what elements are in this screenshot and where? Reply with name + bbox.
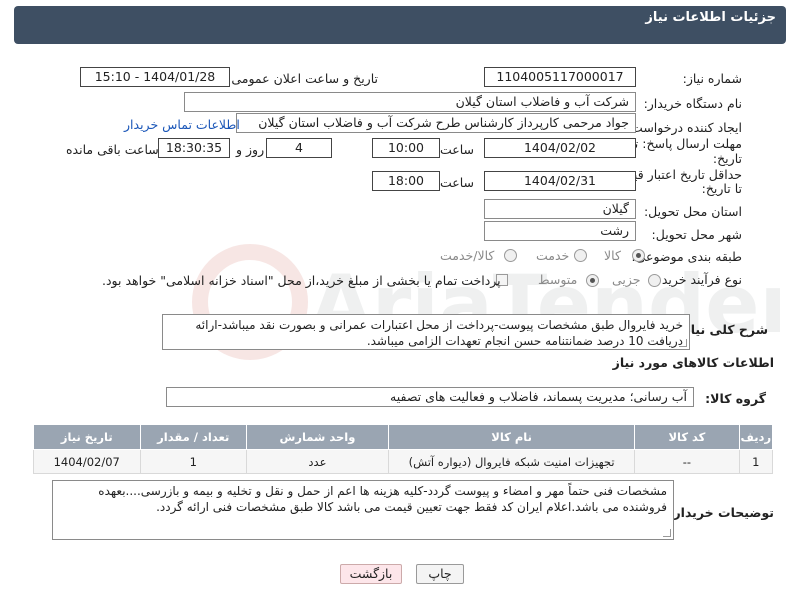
city-label: شهر محل تحویل: (651, 227, 742, 242)
validity-time-field[interactable]: 18:00 (372, 171, 440, 191)
need-number-label: شماره نیاز: (682, 71, 742, 86)
process-radio-partial[interactable] (648, 274, 661, 287)
remaining-time-field[interactable]: 18:30:35 (158, 138, 230, 158)
buyer-notes-label: توضیحات خریدار: (668, 505, 774, 520)
province-label: استان محل تحویل: (643, 204, 742, 219)
col-header-row-number: ردیف (738, 424, 774, 450)
col-header-need-date: تاریخ نیاز (33, 424, 141, 450)
cell-need-date: 1404/02/07 (33, 449, 141, 474)
table-row[interactable]: 1 -- تجهیزات امنیت شبکه فایروال (دیواره … (33, 449, 774, 474)
goods-group-label: گروه کالا: (705, 391, 766, 406)
validity-label-line2: تا تاریخ: (701, 181, 742, 196)
resize-handle-icon[interactable] (663, 529, 671, 537)
validity-date-field[interactable]: 1404/02/31 (484, 171, 636, 191)
col-header-item-name: نام کالا (387, 424, 636, 450)
requester-field[interactable]: جواد مرحمی کارپرداز کارشناس طرح شرکت آب … (236, 113, 636, 133)
cell-item-code: -- (634, 449, 740, 474)
summary-label: شرح کلی نیاز: (678, 322, 768, 337)
page-title: جزئیات اطلاعات نیاز (645, 10, 776, 25)
back-button[interactable]: بازگشت (340, 564, 402, 584)
cell-row-number: 1 (738, 449, 774, 474)
need-number-field[interactable]: 1104005117000017 (484, 67, 636, 87)
deadline-label-line2: تاریخ: (712, 151, 742, 166)
buyer-notes-textarea[interactable]: مشخصات فنی حتماً مهر و امضاء و پیوست گرد… (52, 480, 674, 540)
category-label: طبقه بندی موضوعی: (631, 249, 742, 264)
deadline-date-field[interactable]: 1404/02/02 (484, 138, 636, 158)
buyer-contact-link[interactable]: اطلاعات تماس خریدار (124, 117, 240, 132)
city-field[interactable]: رشت (484, 221, 636, 241)
category-option-goods-service: کالا/خدمت (440, 248, 495, 263)
process-option-partial: جزیی (612, 272, 641, 287)
remaining-days-field[interactable]: 4 (266, 138, 332, 158)
col-header-item-code: کد کالا (634, 424, 740, 450)
process-radio-medium[interactable] (586, 274, 599, 287)
print-button[interactable]: چاپ (416, 564, 464, 584)
buyer-org-label: نام دستگاه خریدار: (643, 96, 742, 111)
cell-quantity: 1 (139, 449, 247, 474)
goods-group-field[interactable]: آب رسانی؛ مدیریت پسماند، فاضلاب و فعالیت… (166, 387, 694, 407)
category-radio-goods[interactable] (632, 249, 645, 262)
category-option-service: خدمت (536, 248, 570, 263)
category-radio-goods-service[interactable] (504, 249, 517, 262)
category-option-goods: کالا (604, 248, 621, 263)
deadline-time-field[interactable]: 10:00 (372, 138, 440, 158)
items-table: ردیف کد کالا نام کالا واحد شمارش تعداد /… (33, 424, 774, 474)
goods-info-title: اطلاعات کالاهای مورد نیاز (612, 355, 774, 370)
validity-time-label: ساعت (440, 175, 475, 190)
buyer-org-field[interactable]: شرکت آب و فاضلاب استان گیلان (184, 92, 636, 112)
cell-unit: عدد (245, 449, 389, 474)
cell-item-name: تجهیزات امنیت شبکه فایروال (دیواره آتش) (387, 449, 636, 474)
summary-textarea[interactable]: خرید فایروال طبق مشخصات پیوست-پرداخت از … (162, 314, 690, 350)
days-label: روز و (236, 142, 265, 157)
col-header-unit: واحد شمارش (245, 424, 389, 450)
province-field[interactable]: گیلان (484, 199, 636, 219)
announce-datetime-field[interactable]: 1404/01/28 - 15:10 (80, 67, 230, 87)
process-label: نوع فرآیند خرید : (653, 272, 742, 287)
deadline-label-line1: مهلت ارسال پاسخ: تا (631, 136, 742, 151)
resize-handle-icon[interactable] (679, 339, 687, 347)
items-table-header-row: ردیف کد کالا نام کالا واحد شمارش تعداد /… (33, 424, 774, 450)
announce-label: تاریخ و ساعت اعلان عمومی: (227, 71, 378, 86)
deadline-time-label: ساعت (440, 142, 475, 157)
summary-text: خرید فایروال طبق مشخصات پیوست-پرداخت از … (195, 318, 683, 348)
remaining-label: ساعت باقی مانده (66, 142, 159, 157)
category-radio-service[interactable] (574, 249, 587, 262)
treasury-payment-note: پرداخت تمام یا بخشی از مبلغ خرید،از محل … (102, 273, 501, 288)
col-header-quantity: تعداد / مقدار (139, 424, 247, 450)
buyer-notes-text: مشخصات فنی حتماً مهر و امضاء و پیوست گرد… (98, 484, 667, 514)
process-option-medium: متوسط (538, 272, 578, 287)
requester-label: ایجاد کننده درخواست: (626, 120, 742, 135)
